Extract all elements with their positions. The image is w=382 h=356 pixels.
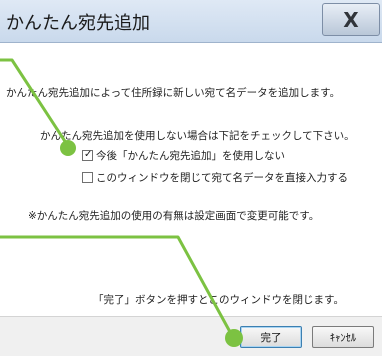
easy-address-add-dialog: かんたん宛先追加 X かんたん宛先追加によって住所録に新しい宛て名データを追加し… xyxy=(0,0,382,356)
close-button[interactable]: X xyxy=(322,3,380,36)
direct-input-checkbox[interactable] xyxy=(82,172,93,183)
close-icon: X xyxy=(343,7,359,32)
checkmark-icon: ✓ xyxy=(84,149,93,160)
intro-text: かんたん宛先追加によって住所録に新しい宛て名データを追加します。 xyxy=(6,87,341,99)
footer-hint: 「完了」ボタンを押すとこのウィンドウを閉じます。 xyxy=(93,294,344,306)
dialog-title: かんたん宛先追加 xyxy=(6,13,150,34)
dont-use-label[interactable]: 今後「かんたん宛先追加」を使用しない xyxy=(96,148,285,163)
finish-button[interactable]: 完了 xyxy=(240,326,302,348)
title-bar[interactable]: かんたん宛先追加 X xyxy=(0,0,382,43)
cancel-button[interactable]: ｷｬﾝｾﾙ xyxy=(312,326,374,348)
direct-input-label[interactable]: このウィンドウを閉じて宛て名データを直接入力する xyxy=(96,170,348,185)
settings-note: ※かんたん宛先追加の使用の有無は設定画面で変更可能です。 xyxy=(28,210,320,222)
dont-use-checkbox[interactable]: ✓ xyxy=(82,149,93,161)
instruction-text: かんたん宛先追加を使用しない場合は下記をチェックして下さい。 xyxy=(40,130,355,142)
